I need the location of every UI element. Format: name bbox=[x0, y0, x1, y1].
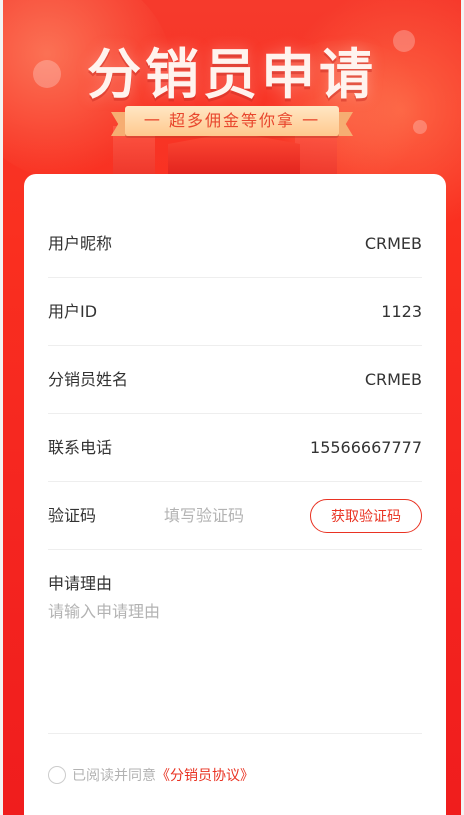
nickname-value: CRMEB bbox=[364, 234, 422, 253]
user-id-label: 用户ID bbox=[48, 302, 98, 321]
form-row-user-id: 用户ID 1123 bbox=[48, 278, 422, 346]
distributor-name-label: 分销员姓名 bbox=[48, 370, 129, 389]
agreement-checkbox[interactable] bbox=[48, 766, 66, 784]
application-form-card: 用户昵称 CRMEB 用户ID 1123 分销员姓名 CRMEB 联系电话 15… bbox=[24, 174, 446, 815]
phone-value: 15566667777 bbox=[310, 438, 422, 457]
verification-code-input[interactable] bbox=[164, 500, 304, 530]
get-code-button[interactable]: 获取验证码 bbox=[310, 499, 422, 533]
banner-subtitle-ribbon: 一 超多佣金等你拿 一 bbox=[125, 106, 339, 136]
agreement-prefix: 已阅读并同意 bbox=[72, 768, 156, 784]
phone-label: 联系电话 bbox=[48, 438, 113, 457]
decor-bubble bbox=[413, 120, 427, 134]
form-row-phone: 联系电话 15566667777 bbox=[48, 414, 422, 482]
divider bbox=[48, 733, 422, 734]
distributor-name-value: CRMEB bbox=[364, 370, 422, 389]
form-row-distributor-name: 分销员姓名 CRMEB bbox=[48, 346, 422, 414]
banner-title: 分销员申请 bbox=[87, 43, 377, 106]
page-background: 分销员申请 一 超多佣金等你拿 一 用户昵称 CRMEB 用户ID 1123 分… bbox=[3, 0, 461, 815]
form-row-verification-code: 验证码 获取验证码 bbox=[48, 482, 422, 550]
form-row-nickname: 用户昵称 CRMEB bbox=[48, 210, 422, 278]
agreement-link[interactable]: 《分销员协议》 bbox=[156, 768, 254, 784]
agreement-text: 已阅读并同意《分销员协议》 bbox=[72, 766, 254, 786]
verification-code-label: 验证码 bbox=[48, 506, 97, 525]
user-id-value: 1123 bbox=[381, 302, 422, 321]
nickname-label: 用户昵称 bbox=[48, 234, 113, 253]
reason-textarea[interactable] bbox=[48, 598, 418, 728]
reason-label: 申请理由 bbox=[48, 574, 113, 593]
